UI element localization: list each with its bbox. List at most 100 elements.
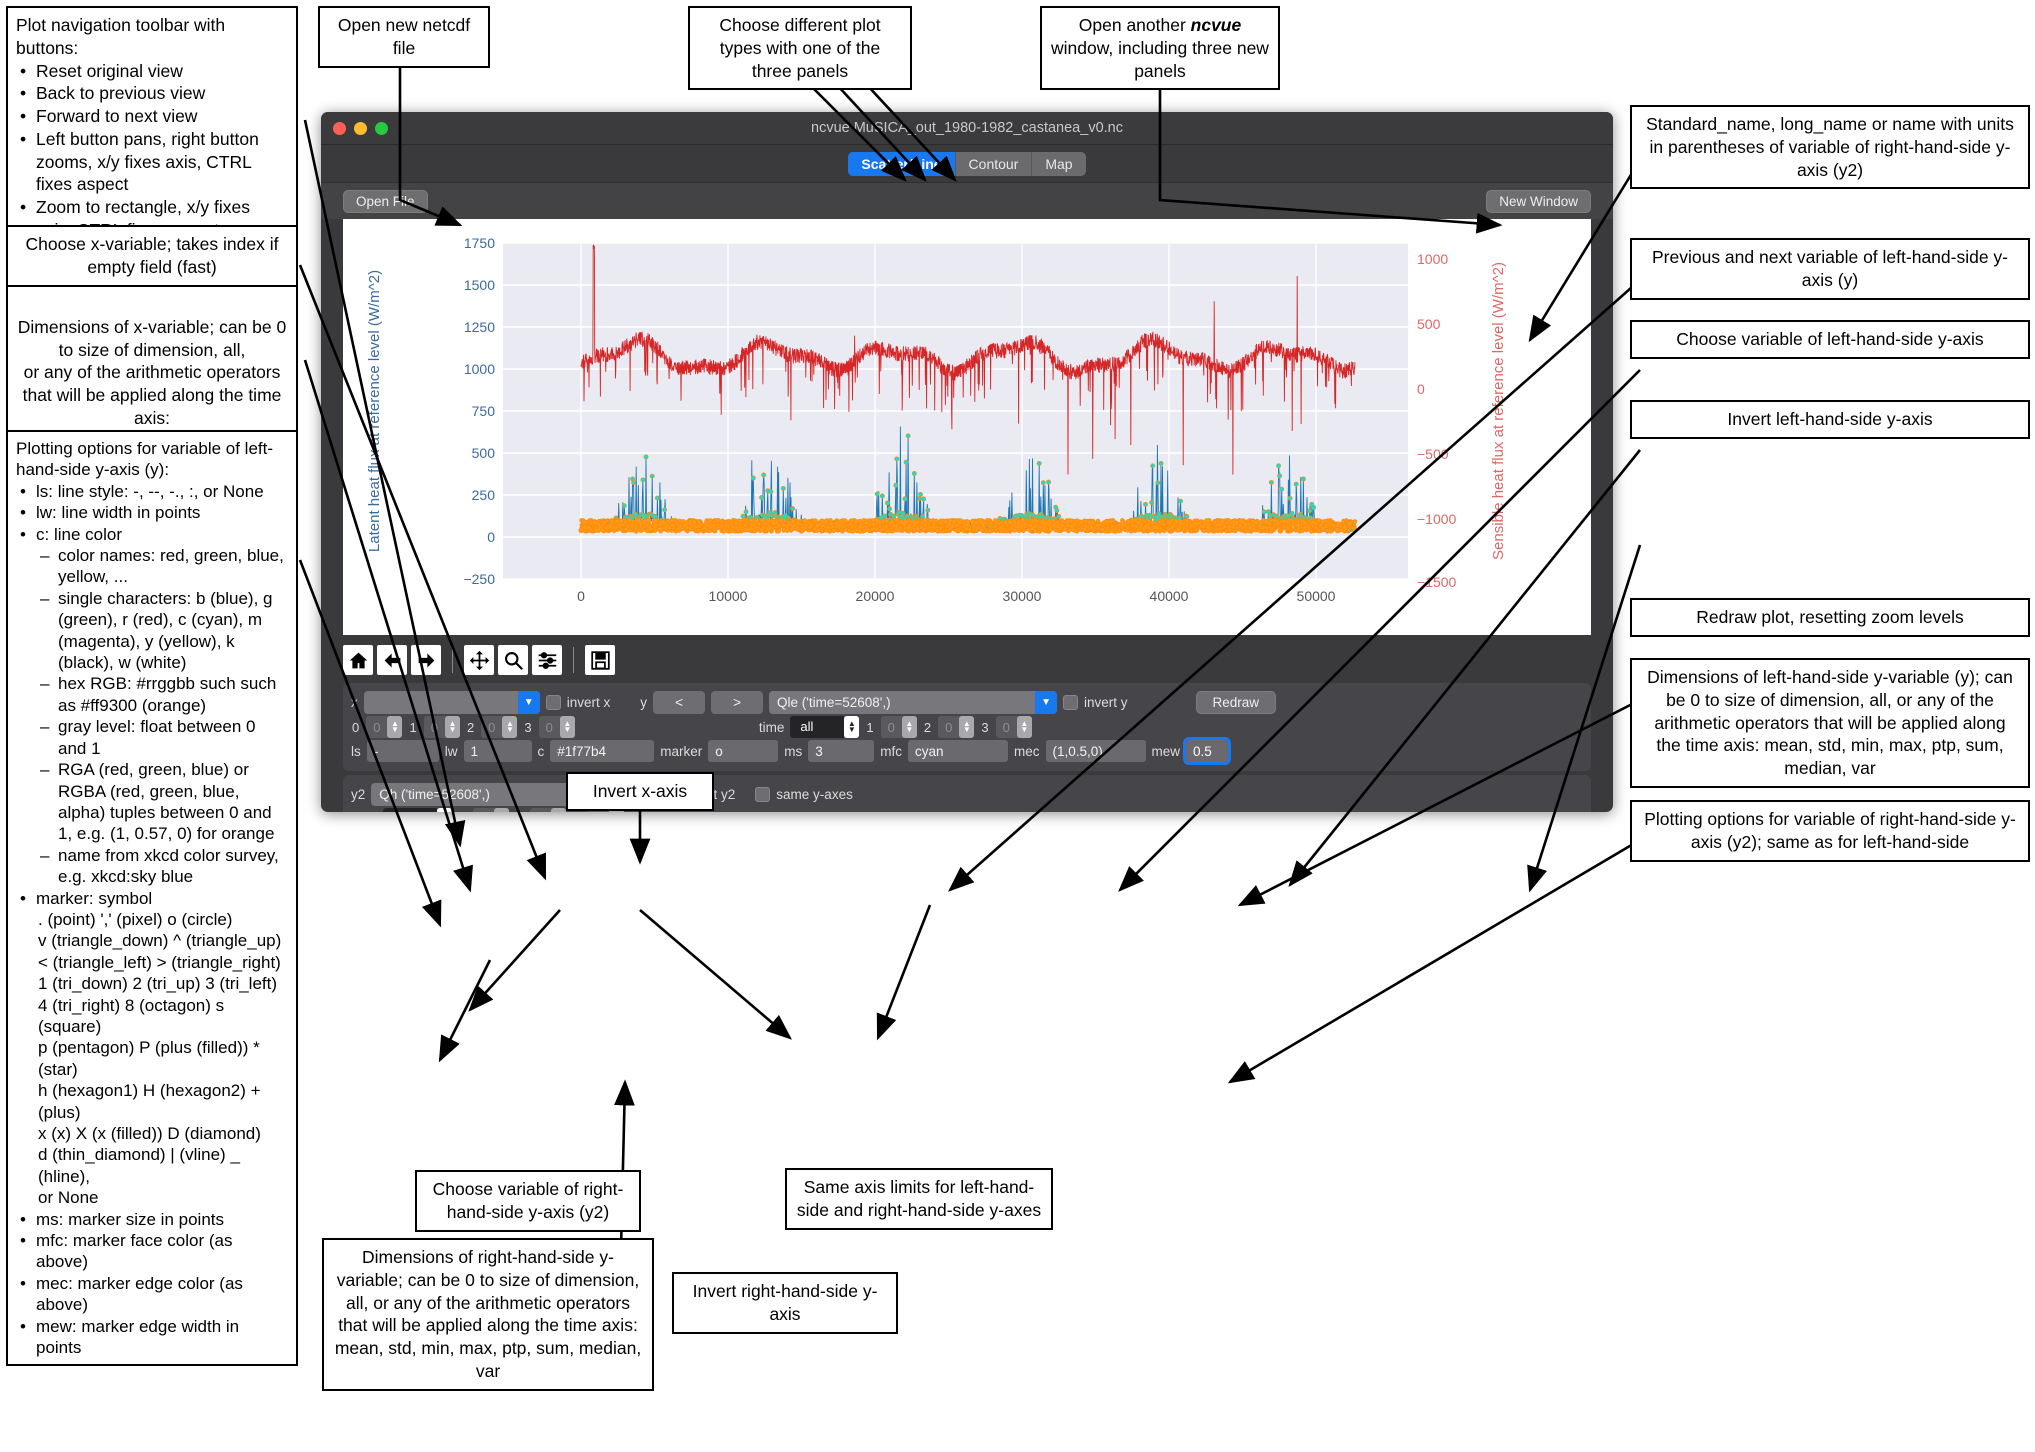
marker-line-8: d (thin_diamond) | (vline) _ (hline), (38, 1145, 240, 1186)
tail-item-2: mec: marker edge color (as above) (36, 1273, 243, 1315)
svg-text:250: 250 (472, 487, 496, 503)
y2-dim-3-label: 3 (572, 812, 581, 813)
marker-edge-color-input[interactable]: (1,0.5,0) (1045, 740, 1146, 762)
x-dim-0-label: 0 (352, 719, 360, 735)
plot-svg: 1750 1500 1250 1000 750 500 250 0 −250 1… (343, 219, 1591, 635)
svg-text:Sensible heat flux at referenc: Sensible heat flux at reference level (W… (1490, 262, 1507, 560)
invert-y-label: invert y (1084, 695, 1128, 710)
x-y-controls-panel: x ▼ invert x y < > Qle ('time=52608',) ▼… (343, 683, 1591, 771)
forward-arrow-icon[interactable] (411, 645, 441, 675)
stepper-arrows-icon[interactable]: ▲▼ (387, 716, 403, 738)
color-sub-1: single characters: b (blue), g (green), … (58, 588, 273, 673)
x-dim-3-value: 0 (545, 719, 553, 735)
y-dim-1-spinner[interactable]: 0 ▲ ▼ (880, 716, 917, 738)
invert-x-checkbox[interactable] (545, 695, 561, 710)
stepper-arrows-icon[interactable]: ▲▼ (436, 808, 452, 812)
stepper-arrows-icon[interactable]: ▲▼ (493, 808, 509, 812)
stepper-arrows-icon[interactable]: ▲▼ (844, 716, 860, 738)
y-label: y (640, 695, 648, 710)
callout-invert-x: Invert x-axis (566, 772, 714, 811)
color-sub-5: name from xkcd color survey, e.g. xkcd:s… (58, 845, 279, 887)
tab-contour[interactable]: Contour (954, 151, 1032, 176)
callout-text: Dimensions of left-hand-side y-variable … (1647, 667, 2013, 778)
callout-same-axes: Same axis limits for left-hand-side and … (785, 1168, 1053, 1230)
callout-choose-y: Choose variable of left-hand-side y-axis (1630, 320, 2030, 359)
y2-dim-1-label: 1 (458, 812, 467, 813)
color-sub-4: RGA (red, green, blue) or RGBA (red, gre… (58, 760, 275, 844)
pan-move-icon[interactable] (464, 645, 494, 675)
marker-edge-width-input[interactable]: 0.5 (1183, 737, 1232, 765)
y2-dim-time-spinner[interactable]: all ▲▼ (382, 808, 452, 812)
y-dim-3-value: 0 (1002, 719, 1010, 735)
chevron-down-icon[interactable]: ▼ (517, 691, 540, 714)
marker-line-9: or None (38, 1188, 99, 1208)
y2-dim-time-label: time (351, 812, 377, 813)
y-dim-2-value: 0 (945, 719, 953, 735)
file-buttonbar: Open File New Window (321, 183, 1613, 219)
x-dim-0-spinner[interactable]: 0 ▲ ▼ (366, 716, 403, 738)
y-dim-2-spinner[interactable]: 0 ▲ ▼ (938, 716, 975, 738)
previous-y-variable-button[interactable]: < (653, 691, 706, 714)
line-color-input[interactable]: #1f77b4 (550, 740, 655, 762)
y-dim-time-spinner[interactable]: all ▲ ▼ (790, 716, 860, 738)
redraw-button[interactable]: Redraw (1195, 691, 1277, 714)
chevron-down-icon[interactable]: ▼ (1035, 691, 1058, 714)
y-dim-3-spinner[interactable]: 0 ▲ ▼ (995, 716, 1032, 738)
callout-text: Choose variable of left-hand-side y-axis (1676, 329, 1984, 349)
marker-lines: . (point) ',' (pixel) o (circle) v (tria… (36, 909, 288, 1209)
save-icon[interactable] (585, 645, 615, 675)
svg-text:1750: 1750 (464, 235, 495, 251)
mec-label: mec (1014, 743, 1040, 759)
plot-canvas[interactable]: 1750 1500 1250 1000 750 500 250 0 −250 1… (343, 219, 1591, 635)
ncvue-app-window: ncvue MuSICA_out_1980-1982_castanea_v0.n… (321, 112, 1613, 812)
zoom-rect-icon[interactable] (498, 645, 528, 675)
svg-text:−250: −250 (463, 571, 495, 587)
marker-label: marker (660, 743, 703, 759)
back-arrow-icon[interactable] (377, 645, 407, 675)
color-sub-0: color names: red, green, blue, yellow, .… (58, 546, 284, 587)
stepper-arrows-icon[interactable]: ▲▼ (444, 716, 460, 738)
callout-text: Choose different plot types with one of … (719, 15, 881, 81)
new-window-button[interactable]: New Window (1486, 189, 1591, 213)
marker-face-color-input[interactable]: cyan (908, 740, 1009, 762)
svg-text:1250: 1250 (464, 319, 495, 335)
x-variable-select[interactable]: ▼ (363, 691, 540, 714)
y-variable-select[interactable]: Qle ('time=52608',) ▼ (769, 691, 1058, 714)
marker-line-1: v (triangle_down) ^ (triangle_up) (38, 931, 282, 951)
svg-text:0: 0 (577, 588, 585, 604)
marker-size-input[interactable]: 3 (808, 740, 875, 762)
x-dim-0-value: 0 (373, 719, 381, 735)
home-icon[interactable] (343, 645, 373, 675)
x-dim-2-spinner[interactable]: 0 ▲ ▼ (481, 716, 518, 738)
marker-line-7: x (x) X (x (filled)) D (diamond) (38, 1124, 261, 1143)
callout-plot-options-y2: Plotting options for variable of right-h… (1630, 800, 2030, 862)
stepper-arrows-icon[interactable]: ▲▼ (901, 716, 917, 738)
marker-title: marker: symbol (36, 888, 153, 908)
next-y-variable-button[interactable]: > (711, 691, 764, 714)
tab-scatter-line[interactable]: Scatter/Line (848, 151, 955, 176)
same-y-axes-checkbox[interactable] (755, 787, 771, 802)
invert-y-checkbox[interactable] (1063, 695, 1079, 710)
subplots-icon[interactable] (532, 645, 562, 675)
svg-text:1000: 1000 (1417, 251, 1448, 267)
marker-line-5: p (pentagon) P (plus (filled)) * (star) (38, 1038, 260, 1079)
ls-input[interactable]: - (366, 740, 439, 762)
x-dim-3-spinner[interactable]: 0 ▲ ▼ (538, 716, 575, 738)
lw-input[interactable]: 1 (463, 740, 532, 762)
open-file-button[interactable]: Open File (343, 189, 428, 213)
marker-input[interactable]: o (708, 740, 779, 762)
y2-dim-2-spinner[interactable]: 0 ▲▼ (530, 808, 567, 812)
x-dim-1-spinner[interactable]: 0 ▲ ▼ (423, 716, 460, 738)
svg-text:30000: 30000 (1003, 588, 1042, 604)
x-dim-1-label: 1 (409, 719, 417, 735)
y2-dim-1-spinner[interactable]: 0 ▲▼ (472, 808, 509, 812)
svg-text:500: 500 (1417, 316, 1441, 332)
tail-item-1: mfc: marker face color (as above) (36, 1231, 233, 1272)
stepper-arrows-icon[interactable]: ▲▼ (559, 716, 575, 738)
x-dim-3-label: 3 (524, 719, 532, 735)
stepper-arrows-icon[interactable]: ▲▼ (502, 716, 518, 738)
tab-map[interactable]: Map (1031, 151, 1085, 176)
stepper-arrows-icon[interactable]: ▲▼ (959, 716, 975, 738)
stepper-arrows-icon[interactable]: ▲▼ (551, 808, 567, 812)
stepper-arrows-icon[interactable]: ▲▼ (1016, 716, 1032, 738)
